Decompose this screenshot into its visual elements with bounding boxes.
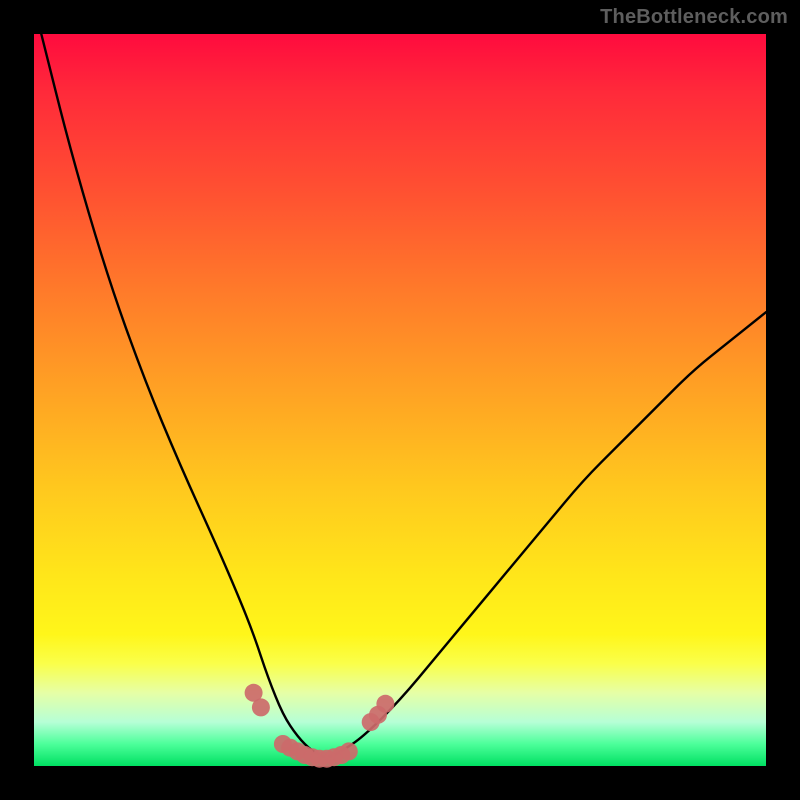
curve-svg — [34, 34, 766, 766]
bottleneck-curve — [41, 34, 766, 757]
marker-dot — [376, 695, 394, 713]
plot-area — [34, 34, 766, 766]
chart-frame: TheBottleneck.com — [0, 0, 800, 800]
marker-dot — [252, 698, 270, 716]
bottleneck-markers — [245, 684, 395, 768]
marker-dot — [340, 742, 358, 760]
watermark-text: TheBottleneck.com — [600, 6, 788, 29]
